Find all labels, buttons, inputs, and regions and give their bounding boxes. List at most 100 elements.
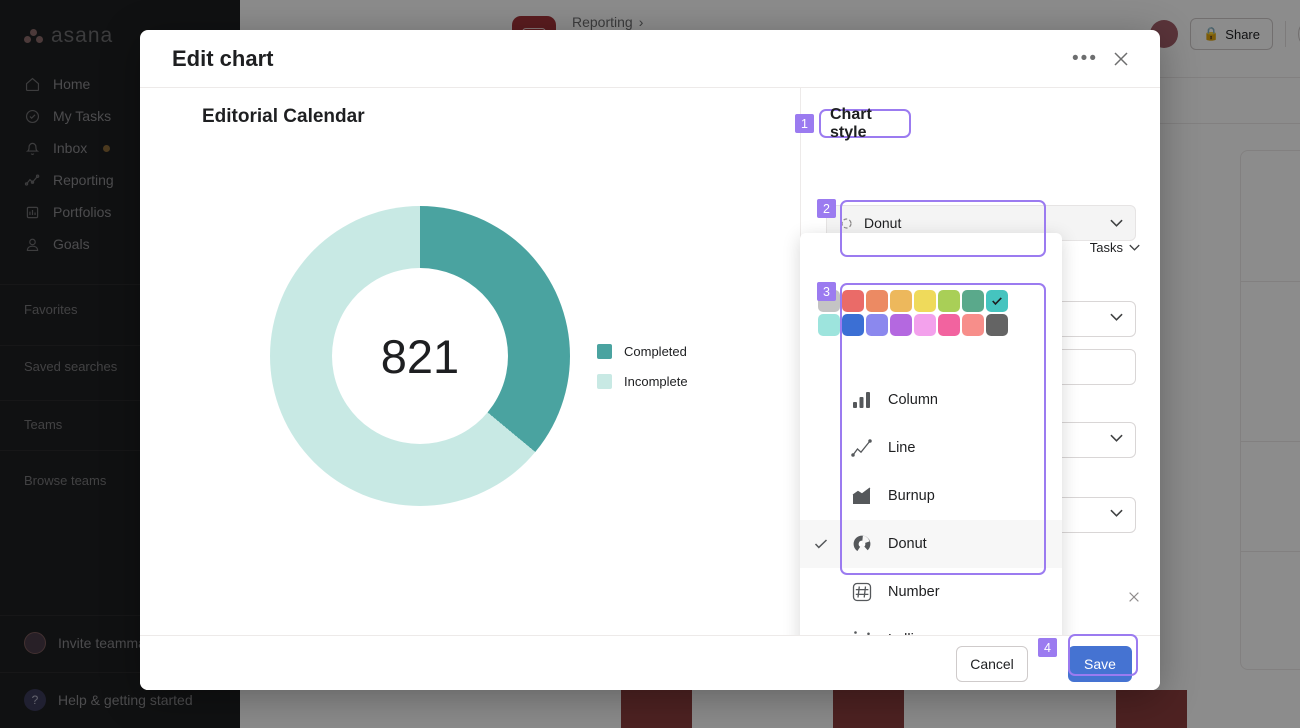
number-icon: [850, 580, 874, 604]
donut-center: 821: [332, 268, 508, 444]
legend-swatch: [597, 343, 612, 359]
cancel-button[interactable]: Cancel: [956, 646, 1028, 682]
chart-type-option-column[interactable]: Column: [800, 376, 1062, 424]
chevron-down-icon: [1129, 244, 1140, 251]
color-swatch[interactable]: [914, 290, 936, 312]
color-swatch[interactable]: [986, 290, 1008, 312]
legend-item-incomplete: Incomplete: [597, 366, 688, 396]
sidebar-item-label: Reporting: [53, 172, 114, 188]
donut-center-value: 821: [380, 329, 460, 383]
sidebar-section-browse-teams[interactable]: Browse teams: [24, 473, 106, 488]
page-title: Edit chart: [172, 46, 274, 71]
more-options-icon[interactable]: •••: [1072, 46, 1098, 72]
chart-style-value: Donut: [864, 215, 902, 231]
close-icon[interactable]: [1108, 46, 1134, 72]
color-swatch-palette[interactable]: [818, 290, 1008, 336]
donut-chart-icon: [850, 532, 874, 556]
legend-swatch: [597, 373, 612, 389]
color-swatch[interactable]: [914, 314, 936, 336]
help-icon: ?: [24, 689, 46, 711]
sidebar-item-label: Home: [53, 76, 91, 92]
donut-chart: 821: [270, 206, 570, 506]
annotation-marker-2: 2: [817, 199, 836, 218]
sidebar-section-teams[interactable]: Teams: [24, 417, 62, 432]
check-icon: [986, 290, 1008, 312]
sidebar-section-favorites[interactable]: Favorites: [24, 302, 77, 317]
check-icon: [814, 537, 828, 556]
modal-footer: Cancel Save: [140, 635, 1160, 690]
background-bar-chart: [480, 690, 1300, 728]
chart-type-option-line[interactable]: Line: [800, 424, 1062, 472]
chart-style-label: Chart style: [830, 105, 872, 141]
portfolio-icon: [24, 204, 41, 221]
chart-style-dropdown: ColumnLineBurnupDonutNumberLollipop: [800, 233, 1062, 668]
home-icon: [24, 76, 41, 93]
sidebar-item-label: Portfolios: [53, 204, 112, 220]
color-swatch[interactable]: [890, 314, 912, 336]
chevron-down-icon: [1110, 509, 1123, 517]
modal-header: Edit chart •••: [140, 30, 1160, 88]
color-swatch[interactable]: [818, 314, 840, 336]
sidebar-item-label: Inbox: [53, 140, 88, 156]
chart-type-option-label: Burnup: [888, 488, 935, 504]
chart-type-option-number[interactable]: Number: [800, 568, 1062, 616]
goal-icon: [24, 236, 41, 253]
remove-filter-icon[interactable]: [1127, 590, 1141, 609]
sidebar-section-saved-searches[interactable]: Saved searches: [24, 359, 117, 374]
measure-label: Tasks: [1089, 240, 1123, 255]
save-button[interactable]: Save: [1068, 646, 1132, 682]
chart-type-option-burnup[interactable]: Burnup: [800, 472, 1062, 520]
measure-selector[interactable]: Tasks: [1090, 240, 1140, 255]
help-button[interactable]: ? Help & getting started: [24, 689, 193, 711]
color-swatch[interactable]: [842, 290, 864, 312]
breadcrumb-separator-icon: ›: [638, 14, 644, 30]
share-button[interactable]: 🔒 Share: [1190, 18, 1273, 50]
color-swatch[interactable]: [866, 290, 888, 312]
chart-type-option-donut[interactable]: Donut: [800, 520, 1062, 568]
share-label: Share: [1225, 26, 1260, 42]
breadcrumb-reporting[interactable]: Reporting: [572, 14, 633, 30]
chevron-down-icon: [1110, 434, 1123, 442]
annotation-marker-1: 1: [795, 114, 814, 133]
screen: Reporting › Marketing Projects ▾ 🔒 Share: [0, 0, 1300, 728]
legend-label: Incomplete: [624, 373, 688, 389]
color-swatch[interactable]: [938, 290, 960, 312]
lock-icon: 🔒: [1203, 26, 1220, 41]
legend-item-completed: Completed: [597, 336, 688, 366]
annotation-marker-3: 3: [817, 282, 836, 301]
asana-dots-icon: [24, 28, 44, 44]
legend-label: Completed: [624, 343, 687, 359]
color-swatch[interactable]: [986, 314, 1008, 336]
help-label: Help & getting started: [58, 692, 193, 708]
line-chart-icon: [850, 436, 874, 460]
sidebar-item-label: Goals: [53, 236, 90, 252]
chart-legend: Completed Incomplete: [597, 336, 688, 396]
color-swatch[interactable]: [890, 290, 912, 312]
chevron-down-icon: [1110, 313, 1123, 321]
color-swatch[interactable]: [938, 314, 960, 336]
line-chart-icon: [24, 172, 41, 189]
background-side-card: [1240, 150, 1300, 670]
color-swatch[interactable]: [866, 314, 888, 336]
chart-type-list[interactable]: ColumnLineBurnupDonutNumberLollipop: [800, 376, 1062, 664]
chevron-down-icon: [1110, 219, 1123, 227]
chart-type-option-label: Line: [888, 440, 916, 456]
burnup-chart-icon: [850, 484, 874, 508]
asana-wordmark: asana: [51, 24, 114, 47]
bell-icon: [24, 140, 41, 157]
sidebar-item-label: My Tasks: [53, 108, 112, 124]
chart-style-label-highlight: Chart style: [819, 106, 911, 141]
color-swatch[interactable]: [842, 314, 864, 336]
column-chart-icon: [850, 388, 874, 412]
edit-chart-modal: Edit chart ••• Editorial Calendar 821 Co…: [140, 30, 1160, 690]
color-swatch[interactable]: [962, 290, 984, 312]
breadcrumb: Reporting ›: [572, 14, 643, 30]
donut-icon: [841, 217, 852, 229]
chart-type-option-label: Number: [888, 584, 940, 600]
topbar-right: 🔒 Share Search +: [1150, 18, 1300, 50]
color-swatch[interactable]: [962, 314, 984, 336]
chart-preview-pane: Editorial Calendar 821 Completed Incompl…: [140, 88, 800, 635]
asana-logo[interactable]: asana: [24, 24, 113, 48]
annotation-marker-4: 4: [1038, 638, 1057, 657]
modal-body: Editorial Calendar 821 Completed Incompl…: [140, 88, 1160, 668]
